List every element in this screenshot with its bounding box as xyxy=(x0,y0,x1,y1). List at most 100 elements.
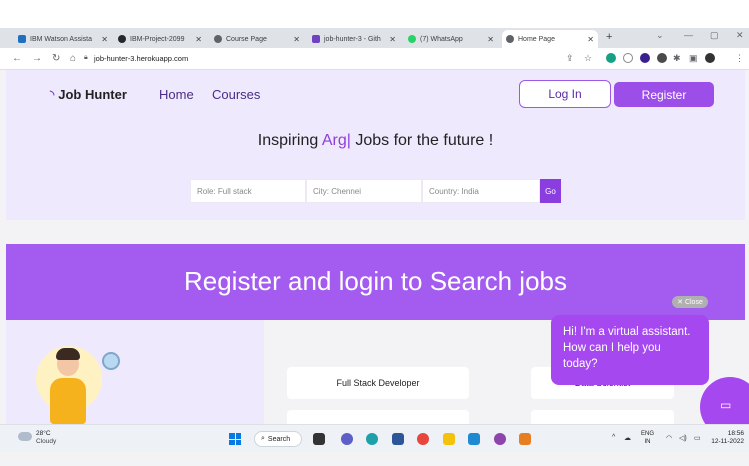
url-field[interactable]: job-hunter-3.herokuapp.com xyxy=(94,54,188,63)
clock-date: 12-11-2022 xyxy=(711,438,744,445)
tab-ibm-watson[interactable]: IBM Watson Assista ✕ xyxy=(14,30,112,48)
close-icon[interactable]: ✕ xyxy=(195,35,202,44)
taskbar-search[interactable]: ⌕ Search xyxy=(254,431,302,447)
search-label: Search xyxy=(267,435,291,443)
illustration-panel xyxy=(6,320,264,424)
forward-icon[interactable]: → xyxy=(32,53,42,64)
tagline-prefix: Inspiring xyxy=(257,132,319,149)
menu-icon[interactable]: ⋮ xyxy=(735,53,744,64)
tab-label: IBM-Project-2099 xyxy=(130,35,185,43)
windows-taskbar: 28°C Cloudy ⌕ Search ^ ☁ ENG IN ◠ ◁) ▭ 1… xyxy=(0,424,749,452)
banner-title: Register and login to Search jobs xyxy=(183,266,567,296)
city-input[interactable]: City: Chennei xyxy=(306,179,422,203)
extension-icon[interactable] xyxy=(657,53,667,63)
top-margin xyxy=(0,0,749,28)
job-card[interactable] xyxy=(287,410,469,424)
job-search-form: Role: Full stack City: Chennei Country: … xyxy=(190,179,561,203)
share-icon[interactable]: ⇪ xyxy=(566,53,574,64)
task-view-icon[interactable] xyxy=(313,433,325,445)
brand-logo[interactable]: ◝ Job Hunter xyxy=(50,87,127,102)
restore-icon[interactable]: ▢ xyxy=(710,30,719,41)
extension-icon[interactable] xyxy=(623,53,633,63)
chevron-down-icon[interactable]: ⌄ xyxy=(656,30,664,41)
close-window-icon[interactable]: ✕ xyxy=(736,30,744,41)
tab-label: (7) WhatsApp xyxy=(420,35,463,43)
wifi-icon[interactable]: ◠ xyxy=(666,434,672,442)
battery-icon[interactable]: ▭ xyxy=(694,434,701,442)
file-explorer-icon[interactable] xyxy=(443,433,455,445)
vscode-icon[interactable] xyxy=(468,433,480,445)
magnifier-icon xyxy=(102,352,120,370)
tab-label: IBM Watson Assista xyxy=(30,35,92,43)
chevron-up-icon[interactable]: ^ xyxy=(612,434,615,441)
tagline-suffix: Jobs for the future ! xyxy=(355,132,494,149)
volume-icon[interactable]: ◁) xyxy=(679,434,687,442)
close-icon[interactable]: ✕ xyxy=(487,35,494,44)
tab-home-page[interactable]: Home Page ✕ xyxy=(502,30,598,48)
lock-icon: 🔒︎ xyxy=(84,54,88,61)
avatar[interactable] xyxy=(705,53,715,63)
chat-message: Hi! I'm a virtual assistant. How can I h… xyxy=(551,315,709,385)
app-icon[interactable] xyxy=(519,433,531,445)
tab-github[interactable]: job-hunter-3 - Gith ✕ xyxy=(308,30,400,48)
home-icon[interactable]: ⌂ xyxy=(70,53,76,64)
github-icon xyxy=(118,35,126,43)
region-code: IN xyxy=(644,439,651,445)
address-bar: ← → ↻ ⌂ 🔒︎ job-hunter-3.herokuapp.com ⇪ … xyxy=(0,48,749,70)
back-icon[interactable]: ← xyxy=(12,53,22,64)
tab-label: Course Page xyxy=(226,35,267,43)
reload-icon[interactable]: ↻ xyxy=(52,53,60,64)
login-button[interactable]: Log In xyxy=(519,80,611,108)
extension-icon[interactable] xyxy=(606,53,616,63)
web-page: ◝ Job Hunter Home Courses Log In Registe… xyxy=(0,70,749,424)
close-icon[interactable]: ✕ xyxy=(293,35,300,44)
sidebar-icon[interactable]: ▣ xyxy=(689,53,698,64)
extension-icon[interactable] xyxy=(640,53,650,63)
system-clock[interactable]: 18:56 12-11-2022 xyxy=(710,430,744,446)
language-code: ENG xyxy=(641,431,655,437)
globe-icon xyxy=(214,35,222,43)
globe-icon xyxy=(506,35,514,43)
job-card-full-stack[interactable]: Full Stack Developer xyxy=(287,367,469,399)
tab-ibm-project[interactable]: IBM-Project-2099 ✕ xyxy=(114,30,206,48)
nav-home[interactable]: Home xyxy=(159,87,194,102)
nav-courses[interactable]: Courses xyxy=(212,87,260,102)
chat-icon: ▭ xyxy=(720,398,732,412)
tab-label: Home Page xyxy=(518,35,555,43)
heroku-icon xyxy=(312,35,320,43)
country-input[interactable]: Country: India xyxy=(422,179,540,203)
language-indicator[interactable]: ENG IN xyxy=(641,430,654,446)
chrome-icon[interactable] xyxy=(417,433,429,445)
windows-start-icon[interactable] xyxy=(229,433,241,445)
chat-close-button[interactable]: ✕ Close xyxy=(672,296,708,308)
weather-description[interactable]: Cloudy xyxy=(36,438,56,445)
role-input[interactable]: Role: Full stack xyxy=(190,179,306,203)
close-icon[interactable]: ✕ xyxy=(389,35,396,44)
screen: IBM Watson Assista ✕ IBM-Project-2099 ✕ … xyxy=(0,0,749,466)
close-icon[interactable]: ✕ xyxy=(101,35,108,44)
puzzle-icon[interactable]: ✱ xyxy=(673,53,681,64)
close-icon[interactable]: ✕ xyxy=(587,35,594,44)
teams-icon[interactable] xyxy=(341,433,353,445)
tab-whatsapp[interactable]: (7) WhatsApp ✕ xyxy=(404,30,498,48)
job-card[interactable] xyxy=(531,410,674,424)
app-icon[interactable] xyxy=(494,433,506,445)
tab-course-page[interactable]: Course Page ✕ xyxy=(210,30,304,48)
minimize-icon[interactable]: — xyxy=(684,30,693,40)
ibm-watson-icon xyxy=(18,35,26,43)
register-button[interactable]: Register xyxy=(614,82,714,107)
bottom-margin xyxy=(0,452,749,466)
go-button[interactable]: Go xyxy=(540,179,561,203)
hero-section: ◝ Job Hunter Home Courses Log In Registe… xyxy=(6,70,745,220)
person-illustration xyxy=(50,378,86,424)
cloud-icon[interactable] xyxy=(18,432,32,441)
star-icon[interactable]: ☆ xyxy=(584,53,592,64)
tagline: Inspiring Arg| Jobs for the future ! xyxy=(6,132,745,150)
search-icon: ⌕ xyxy=(261,435,265,442)
store-icon[interactable] xyxy=(392,433,404,445)
edge-icon[interactable] xyxy=(366,433,378,445)
clock-time: 18:56 xyxy=(727,430,744,437)
cloud-tray-icon[interactable]: ☁ xyxy=(624,434,631,442)
weather-temperature[interactable]: 28°C xyxy=(36,430,51,437)
new-tab-button[interactable]: + xyxy=(606,31,612,43)
